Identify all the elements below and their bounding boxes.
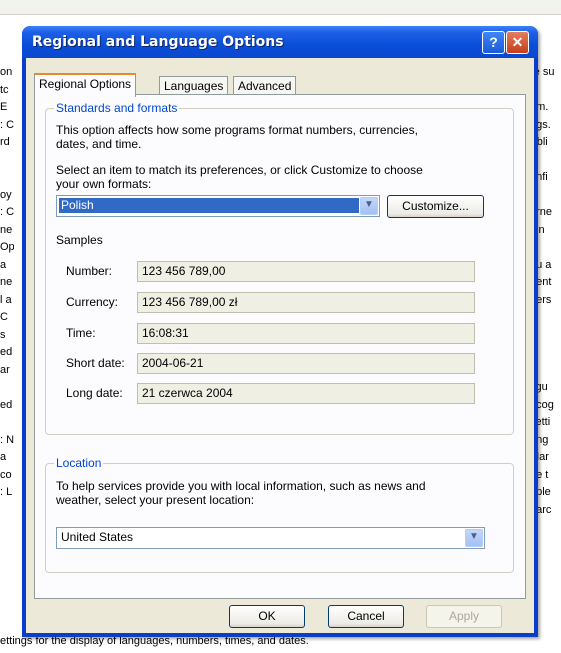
description-line: This option affects how some programs fo… <box>56 123 418 137</box>
sample-text: 16:08:31 <box>142 326 189 340</box>
sample-label-long-date: Long date: <box>66 386 123 400</box>
sample-text: 123 456 789,00 zł <box>142 295 238 309</box>
format-value: Polish <box>61 198 94 212</box>
location-description: To help services provide you with local … <box>56 479 426 507</box>
tab-advanced[interactable]: Advanced <box>233 76 297 96</box>
sample-text: 21 czerwca 2004 <box>142 386 233 400</box>
customize-button[interactable]: Customize... <box>387 195 484 218</box>
dialog-body: Regional Options Languages Advanced Stan… <box>26 58 534 633</box>
background-text-fragment: a <box>0 258 7 271</box>
sample-label-time: Time: <box>66 326 96 340</box>
background-text-fragment: : C <box>0 206 14 218</box>
standards-description: This option affects how some programs fo… <box>56 123 418 151</box>
dialog-title: Regional and Language Options <box>32 34 284 50</box>
sample-label-short-date: Short date: <box>66 356 125 370</box>
tab-label: Advanced <box>238 79 292 93</box>
format-dropdown[interactable]: Polish ▼ <box>56 195 380 217</box>
sample-value-time: 16:08:31 <box>137 323 475 344</box>
description-line: To help services provide you with local … <box>56 479 426 493</box>
background-text-fragment: ne <box>0 276 13 288</box>
background-text-fragment: on <box>0 66 13 78</box>
background-text-fragment <box>0 169 14 187</box>
background-text-fragment: ed <box>0 398 13 411</box>
help-button[interactable]: ? <box>482 31 505 54</box>
background-text-fragment <box>0 379 14 397</box>
background-text-fragment: oy <box>0 188 12 201</box>
location-group: Location To help services provide you wi… <box>45 456 514 573</box>
cancel-label: Cancel <box>347 609 385 623</box>
background-text-fragment: a <box>0 451 7 463</box>
background-text-fragment: l a <box>0 293 12 306</box>
background-left-text: on tc E : C rd oy : C ne Op a ne l a Cs ed ar ed : N a co:… <box>0 64 14 502</box>
tab-regional-options[interactable]: Regional Options <box>34 73 137 97</box>
apply-button[interactable]: Apply <box>426 605 502 628</box>
description-line: dates, and time. <box>56 137 142 151</box>
background-text-fragment: C <box>0 311 8 323</box>
sample-value-currency: 123 456 789,00 zł <box>137 292 475 313</box>
ok-label: OK <box>258 609 276 623</box>
tab-label: Regional Options <box>39 77 132 91</box>
customize-label: Customize... <box>402 199 469 213</box>
standards-formats-group: Standards and formats This option affect… <box>45 101 514 435</box>
background-text-fragment: : C <box>0 118 14 131</box>
help-icon: ? <box>489 34 498 50</box>
sample-value-long-date: 21 czerwca 2004 <box>137 383 475 404</box>
instruction-line: your own formats: <box>56 177 152 191</box>
background-text-fragment: ar <box>0 363 10 376</box>
background-toolbar <box>0 0 561 15</box>
background-text-fragment <box>0 414 14 432</box>
close-button[interactable]: ✕ <box>506 31 529 54</box>
dropdown-arrow-icon[interactable]: ▼ <box>360 197 378 215</box>
background-text-fragment: co <box>0 468 12 481</box>
description-line: weather, select your present location: <box>56 493 255 507</box>
sample-text: 2004-06-21 <box>142 356 204 370</box>
sample-value-short-date: 2004-06-21 <box>137 353 475 374</box>
tab-label: Languages <box>164 79 224 93</box>
tab-languages[interactable]: Languages <box>159 76 229 96</box>
title-bar[interactable]: Regional and Language Options ? ✕ <box>22 26 538 58</box>
background-text-fragment: rd <box>0 136 10 148</box>
regional-options-panel: Standards and formats This option affect… <box>34 94 526 599</box>
apply-label: Apply <box>448 609 480 623</box>
background-text-fragment <box>0 152 14 170</box>
group-legend-location: Location <box>54 456 104 470</box>
sample-value-number: 123 456 789,00 <box>137 261 475 282</box>
location-dropdown[interactable]: United States ▼ <box>56 527 485 549</box>
background-text-fragment: Op <box>0 241 14 253</box>
ok-button[interactable]: OK <box>229 605 305 628</box>
sample-text: 123 456 789,00 <box>142 264 226 278</box>
dropdown-arrow-icon[interactable]: ▼ <box>465 529 483 547</box>
background-text-fragment: tc <box>0 83 9 96</box>
samples-heading: Samples <box>56 233 103 247</box>
background-text-fragment: s <box>0 328 6 341</box>
background-text-fragment: ed <box>0 346 13 358</box>
background-text-fragment: ne <box>0 223 13 236</box>
instruction-line: Select an item to match its preferences,… <box>56 163 423 177</box>
close-icon: ✕ <box>511 34 524 50</box>
background-text-fragment: : N <box>0 433 14 446</box>
cancel-button[interactable]: Cancel <box>328 605 404 628</box>
sample-label-currency: Currency: <box>66 295 119 309</box>
selection-highlight <box>59 198 359 213</box>
group-legend-standards: Standards and formats <box>54 101 180 115</box>
regional-language-dialog: Regional and Language Options ? ✕ Region… <box>22 26 538 637</box>
background-text-fragment: E <box>0 101 8 113</box>
sample-label-number: Number: <box>66 264 113 278</box>
standards-instruction: Select an item to match its preferences,… <box>56 163 423 191</box>
location-value: United States <box>61 530 134 544</box>
background-text-fragment: : L <box>0 486 13 498</box>
